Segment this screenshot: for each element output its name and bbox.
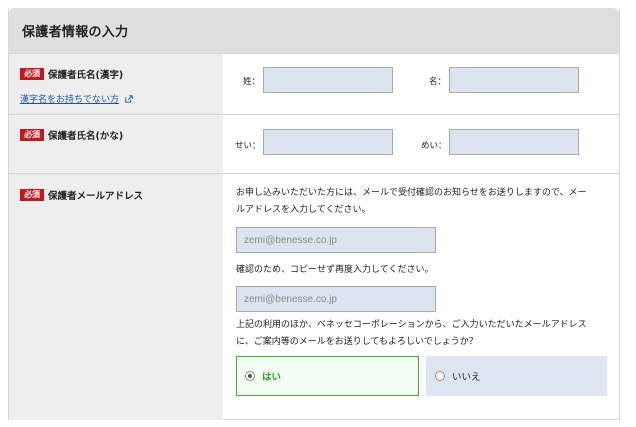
consent-no-label: いいえ <box>452 372 481 383</box>
section-header: 保護者情報の入力 <box>9 8 619 53</box>
email-description: お申し込みいただいた方には、メールで受付確認のお知らせをお送りしますので、メー … <box>236 185 586 219</box>
label-cell: 必須 保護者氏名(漢字) 漢字名をお持ちでない方 <box>9 54 223 114</box>
email-confirm-instruction: 確認のため、コピーせず再度入力してください。 <box>236 265 434 275</box>
last-name-kanji-input[interactable] <box>263 67 393 93</box>
consent-question-line: に、ご案内等のメールをお送りしてもよろしいでしょうか？ <box>236 337 478 347</box>
last-name-kana-input[interactable] <box>263 129 393 155</box>
first-name-kana-label: めい： <box>421 141 447 151</box>
first-name-kana-input[interactable] <box>449 129 579 155</box>
last-name-kana-label: せい： <box>235 141 261 151</box>
field-cell: お申し込みいただいた方には、メールで受付確認のお知らせをお送りしますので、メー … <box>223 174 619 420</box>
email-input[interactable]: zemi@benesse.co.jp <box>236 227 436 253</box>
no-kanji-link[interactable]: 漢字名をお持ちでない方 <box>20 92 133 105</box>
consent-no-radio[interactable]: いいえ <box>426 356 607 396</box>
radio-unselected-icon <box>435 371 445 381</box>
last-name-label: 姓： <box>243 77 261 87</box>
email-description-line: ルアドレスを入力してください。 <box>236 205 371 215</box>
consent-question: 上記の利用のほか、ベネッセコーポレーションから、ご入力いただいたメールアドレス … <box>236 317 587 351</box>
external-link-icon <box>125 95 133 103</box>
name-kana-label: 保護者氏名(かな) <box>48 131 124 142</box>
consent-yes-radio[interactable]: はい <box>236 356 419 396</box>
label-cell: 必須 保護者氏名(かな) <box>9 115 223 173</box>
first-name-label: 名： <box>429 77 447 87</box>
row-name-kana: 必須 保護者氏名(かな) せい： めい： <box>9 114 619 173</box>
consent-yes-label: はい <box>262 372 282 383</box>
field-cell: せい： めい： <box>223 115 619 173</box>
section-title: 保護者情報の入力 <box>22 25 129 40</box>
row-email: 必須 保護者メールアドレス お申し込みいただいた方には、メールで受付確認のお知ら… <box>9 173 619 420</box>
row-name-kanji: 必須 保護者氏名(漢字) 漢字名をお持ちでない方 姓： 名： <box>9 53 619 114</box>
label-cell: 必須 保護者メールアドレス <box>9 174 223 420</box>
required-badge: 必須 <box>20 68 44 80</box>
radio-selected-icon <box>245 371 255 381</box>
email-description-line: お申し込みいただいた方には、メールで受付確認のお知らせをお送りしますので、メー <box>236 188 587 198</box>
first-name-kanji-input[interactable] <box>449 67 579 93</box>
field-cell: 姓： 名： <box>223 54 619 114</box>
name-kanji-label: 保護者氏名(漢字) <box>48 70 124 81</box>
email-label: 保護者メールアドレス <box>48 191 144 202</box>
guardian-info-form: 保護者情報の入力 必須 保護者氏名(漢字) 漢字名をお持ちでない方 姓： 名： … <box>8 8 620 420</box>
required-badge: 必須 <box>20 189 44 201</box>
required-badge: 必須 <box>20 129 44 141</box>
no-kanji-link-text: 漢字名をお持ちでない方 <box>20 95 120 105</box>
consent-question-line: 上記の利用のほか、ベネッセコーポレーションから、ご入力いただいたメールアドレス <box>236 320 587 330</box>
email-confirm-input[interactable]: zemi@benesse.co.jp <box>236 286 436 312</box>
